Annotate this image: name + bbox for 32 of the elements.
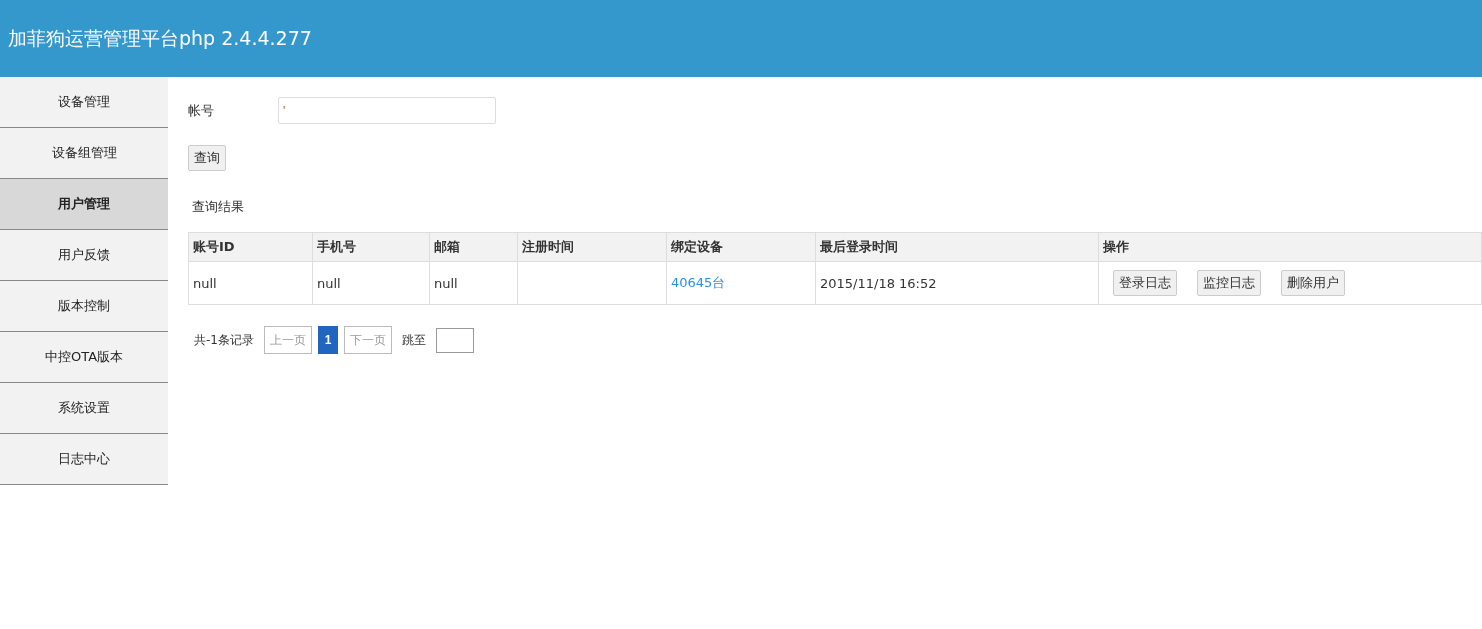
sidebar-item[interactable]: 中控OTA版本 — [0, 332, 168, 383]
sidebar-item[interactable]: 用户管理 — [0, 179, 168, 230]
action-button[interactable]: 删除用户 — [1281, 270, 1345, 296]
sidebar-item[interactable]: 版本控制 — [0, 281, 168, 332]
record-count: 共-1条记录 — [194, 331, 254, 349]
table-cell: null — [312, 261, 430, 305]
action-button[interactable]: 监控日志 — [1197, 270, 1261, 296]
column-header: 最后登录时间 — [815, 232, 1099, 262]
column-header: 注册时间 — [517, 232, 667, 262]
table-cell: null — [188, 261, 313, 305]
device-count-link[interactable]: 40645台 — [666, 261, 816, 305]
table-cell: 2015/11/18 16:52 — [815, 261, 1099, 305]
sidebar-item[interactable]: 设备组管理 — [0, 128, 168, 179]
column-header: 绑定设备 — [666, 232, 816, 262]
account-input[interactable]: ' — [278, 97, 496, 124]
app-title: 加菲狗运营管理平台php 2.4.4.277 — [8, 25, 312, 51]
action-button[interactable]: 登录日志 — [1113, 270, 1177, 296]
query-button[interactable]: 查询 — [188, 145, 226, 171]
jump-input[interactable] — [435, 327, 474, 353]
sidebar-item[interactable]: 日志中心 — [0, 434, 168, 485]
column-header: 邮箱 — [429, 232, 518, 262]
account-label: 帐号 — [188, 101, 215, 120]
jump-label: 跳至 — [401, 331, 426, 349]
page-button[interactable]: 1 — [317, 326, 338, 354]
results-title: 查询结果 — [192, 198, 245, 216]
sidebar-item[interactable]: 用户反馈 — [0, 230, 168, 281]
column-header: 账号ID — [188, 232, 313, 262]
sidebar-item[interactable]: 设备管理 — [0, 77, 168, 128]
column-header: 手机号 — [312, 232, 430, 262]
column-header: 操作 — [1098, 232, 1482, 262]
table-cell: null — [429, 261, 518, 305]
sidebar-item[interactable]: 系统设置 — [0, 383, 168, 434]
